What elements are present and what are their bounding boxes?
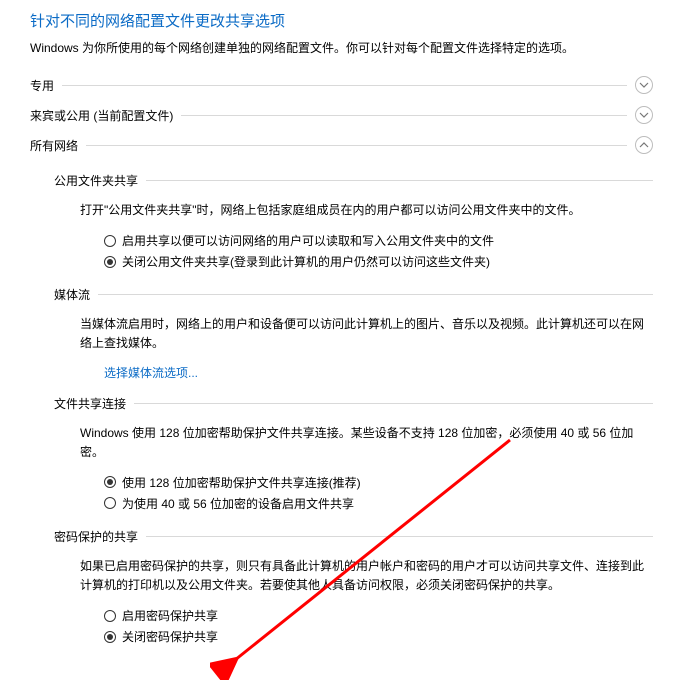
profile-all-label: 所有网络 (30, 137, 78, 154)
profile-private-label: 专用 (30, 77, 54, 94)
page-title: 针对不同的网络配置文件更改共享选项 (30, 10, 653, 31)
profile-all[interactable]: 所有网络 (30, 130, 653, 160)
radio-label: 关闭密码保护共享 (122, 628, 218, 645)
divider (146, 180, 653, 181)
encryption-desc: Windows 使用 128 位加密帮助保护文件共享连接。某些设备不支持 128… (80, 424, 653, 462)
divider (62, 85, 627, 86)
divider (86, 145, 627, 146)
radio-pwd-off[interactable]: 关闭密码保护共享 (104, 626, 653, 647)
divider (98, 294, 653, 295)
profile-private[interactable]: 专用 (30, 70, 653, 100)
radio-pwd-on[interactable]: 启用密码保护共享 (104, 605, 653, 626)
media-options-link[interactable]: 选择媒体流选项... (104, 366, 198, 380)
profile-guest[interactable]: 来宾或公用 (当前配置文件) (30, 100, 653, 130)
group-title: 密码保护的共享 (54, 528, 146, 545)
chevron-down-icon (635, 106, 653, 124)
radio-public-on[interactable]: 启用共享以便可以访问网络的用户可以读取和写入公用文件夹中的文件 (104, 230, 653, 251)
media-desc: 当媒体流启用时，网络上的用户和设备便可以访问此计算机上的图片、音乐以及视频。此计… (80, 315, 653, 353)
radio-icon (104, 631, 116, 643)
group-title: 媒体流 (54, 286, 98, 303)
radio-label: 为使用 40 或 56 位加密的设备启用文件共享 (122, 495, 354, 512)
password-desc: 如果已启用密码保护的共享，则只有具备此计算机的用户帐户和密码的用户才可以访问共享… (80, 557, 653, 595)
chevron-down-icon (635, 76, 653, 94)
group-title: 公用文件夹共享 (54, 172, 146, 189)
group-public-folder: 公用文件夹共享 (54, 172, 653, 189)
radio-icon (104, 256, 116, 268)
radio-label: 启用共享以便可以访问网络的用户可以读取和写入公用文件夹中的文件 (122, 232, 494, 249)
radio-icon (104, 497, 116, 509)
group-media: 媒体流 (54, 286, 653, 303)
divider (181, 115, 627, 116)
radio-public-off[interactable]: 关闭公用文件夹共享(登录到此计算机的用户仍然可以访问这些文件夹) (104, 251, 653, 272)
radio-icon (104, 610, 116, 622)
profile-guest-label: 来宾或公用 (当前配置文件) (30, 107, 173, 124)
chevron-up-icon (635, 136, 653, 154)
radio-icon (104, 235, 116, 247)
radio-icon (104, 476, 116, 488)
radio-label: 启用密码保护共享 (122, 607, 218, 624)
group-encryption: 文件共享连接 (54, 395, 653, 412)
radio-label: 关闭公用文件夹共享(登录到此计算机的用户仍然可以访问这些文件夹) (122, 253, 490, 270)
divider (134, 403, 653, 404)
public-folder-desc: 打开"公用文件夹共享"时，网络上包括家庭组成员在内的用户都可以访问公用文件夹中的… (80, 201, 653, 220)
radio-enc-4056[interactable]: 为使用 40 或 56 位加密的设备启用文件共享 (104, 493, 653, 514)
page-subtitle: Windows 为你所使用的每个网络创建单独的网络配置文件。你可以针对每个配置文… (30, 39, 653, 56)
divider (146, 536, 653, 537)
radio-label: 使用 128 位加密帮助保护文件共享连接(推荐) (122, 474, 361, 491)
group-password: 密码保护的共享 (54, 528, 653, 545)
group-title: 文件共享连接 (54, 395, 134, 412)
radio-enc-128[interactable]: 使用 128 位加密帮助保护文件共享连接(推荐) (104, 472, 653, 493)
all-networks-content: 公用文件夹共享 打开"公用文件夹共享"时，网络上包括家庭组成员在内的用户都可以访… (30, 160, 653, 653)
